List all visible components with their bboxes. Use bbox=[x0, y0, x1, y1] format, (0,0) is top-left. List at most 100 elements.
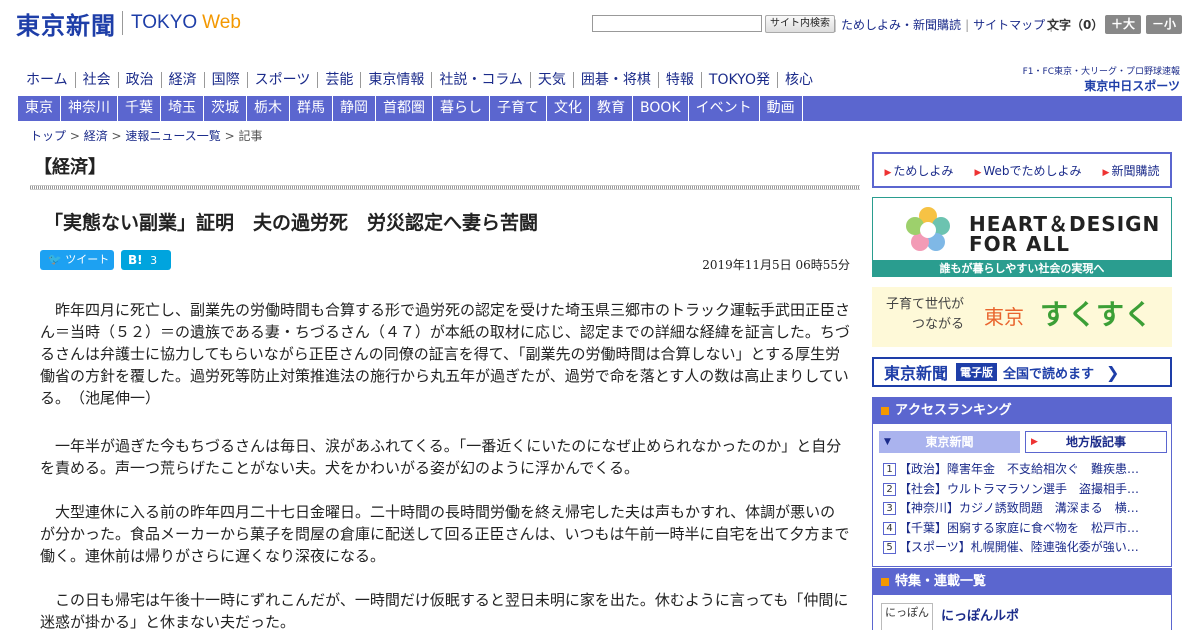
ranking-tabs: ▼ 東京新聞 ▶ 地方版記事 bbox=[879, 431, 1167, 453]
local-nav-event[interactable]: イベント bbox=[689, 96, 760, 121]
bullet-icon bbox=[881, 407, 889, 415]
ranking-item[interactable]: 2 【社会】ウルトラマラソン選手 盗撮相手… bbox=[883, 480, 1163, 500]
local-nav-shizuoka[interactable]: 静岡 bbox=[333, 96, 376, 121]
features-header: 特集・連載一覧 bbox=[873, 569, 1171, 595]
breadcrumb-economy[interactable]: 経済 bbox=[84, 129, 108, 143]
tweet-button[interactable]: 🐦 ツイート bbox=[40, 250, 114, 270]
local-nav-kosodate[interactable]: 子育て bbox=[490, 96, 547, 121]
nav-tokuho[interactable]: 特報 bbox=[659, 72, 702, 88]
local-nav-bunka[interactable]: 文化 bbox=[547, 96, 590, 121]
chunichi-tagline: F1・FC東京・大リーグ・プロ野球速報 bbox=[1022, 67, 1180, 77]
ranking-header: アクセスランキング bbox=[873, 398, 1171, 424]
article-date: 2019年11月5日 06時55分 bbox=[702, 258, 850, 272]
article-paragraph: 一年半が過ぎた今もちづるさんは毎日、涙があふれてくる。「一番近くにいたのになぜ止… bbox=[40, 437, 842, 477]
ranking-item[interactable]: 3 【神奈川】カジノ誘致問題 溝深まる 横… bbox=[883, 499, 1163, 519]
breadcrumb-current: 記事 bbox=[238, 129, 263, 143]
nav-politics[interactable]: 政治 bbox=[119, 72, 162, 88]
site-search-button[interactable]: サイト内検索 bbox=[765, 15, 835, 33]
nav-kakushin[interactable]: 核心 bbox=[778, 72, 820, 88]
breadcrumb: トップ > 経済 > 速報ニュース一覧 > 記事 bbox=[30, 129, 263, 143]
site-logo[interactable]: 東京新聞 TOKYO Web bbox=[16, 8, 241, 40]
logo-divider bbox=[122, 11, 123, 35]
local-nav-chiba[interactable]: 千葉 bbox=[118, 96, 161, 121]
nav-sports[interactable]: スポーツ bbox=[248, 72, 319, 88]
ranking-list: 1 【政治】障害年金 不支給相次ぐ 難疾患… 2 【社会】ウルトラマラソン選手 盗撮… bbox=[883, 460, 1163, 558]
logo-kanji: 東京新聞 bbox=[16, 10, 116, 40]
chevron-right-icon: ❯ bbox=[1106, 362, 1120, 382]
breadcrumb-news-list[interactable]: 速報ニュース一覧 bbox=[125, 129, 220, 143]
heart-strip: 誰もが暮らしやすい社会の実現へ bbox=[873, 260, 1171, 277]
bullet-icon bbox=[881, 578, 889, 586]
header-links: | ためしよみ・新聞購読 | サイトマップ | bbox=[833, 16, 1054, 33]
logo-web: Web bbox=[202, 12, 241, 33]
local-nav-gunma[interactable]: 群馬 bbox=[290, 96, 333, 121]
nav-weather[interactable]: 天気 bbox=[531, 72, 574, 88]
access-ranking-panel: アクセスランキング ▼ 東京新聞 ▶ 地方版記事 1 【政治】障害年金 不支給相次… bbox=[872, 397, 1172, 567]
article-paragraph: 大型連休に入る前の昨年四月二十七日金曜日。二十時間の長時間労働を終え帰宅した夫は… bbox=[40, 503, 850, 565]
digital-edition-banner[interactable]: 東京新聞 電子版 全国で読めます ❯ bbox=[872, 357, 1172, 387]
features-panel: 特集・連載一覧 にっぽん にっぽんルポ bbox=[872, 568, 1172, 630]
nav-economy[interactable]: 経済 bbox=[162, 72, 205, 88]
logo-tokyo: TOKYO bbox=[131, 12, 198, 33]
local-nav-kyoiku[interactable]: 教育 bbox=[590, 96, 633, 121]
section-title: 【経済】 bbox=[34, 157, 106, 178]
trial-button[interactable]: ▶ ためしよみ bbox=[885, 162, 954, 179]
nav-home[interactable]: ホーム bbox=[20, 72, 76, 88]
sukusuku-title: すくすく bbox=[1040, 298, 1153, 331]
arrow-icon: ▶ bbox=[1031, 437, 1038, 447]
hatena-icon: B! bbox=[128, 253, 143, 267]
tweet-label: ツイート bbox=[65, 253, 110, 266]
hatena-bookmark-button[interactable]: B! 3 bbox=[121, 250, 171, 270]
sitemap-link[interactable]: サイトマップ bbox=[969, 16, 1049, 33]
nav-go-shogi[interactable]: 囲碁・将棋 bbox=[574, 72, 659, 88]
article-paragraph: この日も帰宅は午後十一時にずれこんだが、一時間だけ仮眠すると翌日未明に家を出た。… bbox=[40, 591, 849, 630]
local-nav-kanagawa[interactable]: 神奈川 bbox=[61, 96, 118, 121]
triangle-down-icon: ▼ bbox=[884, 437, 891, 447]
nav-entertainment[interactable]: 芸能 bbox=[318, 72, 362, 88]
tab-tokyo-shimbun[interactable]: ▼ 東京新聞 bbox=[879, 431, 1020, 453]
sukusuku-banner[interactable]: 子育て世代が つながる 東京 すくすく bbox=[872, 287, 1172, 347]
local-nav-ibaraki[interactable]: 茨城 bbox=[204, 96, 247, 121]
sukusuku-tokyo: 東京 bbox=[984, 305, 1024, 329]
trial-subscribe-link[interactable]: ためしよみ・新聞購読 bbox=[837, 16, 965, 33]
ranking-item[interactable]: 1 【政治】障害年金 不支給相次ぐ 難疾患… bbox=[883, 460, 1163, 480]
nav-society[interactable]: 社会 bbox=[76, 72, 119, 88]
ranking-item[interactable]: 5 【スポーツ】札幌開催、陸連強化委が強い… bbox=[883, 538, 1163, 558]
nav-editorial[interactable]: 社説・コラム bbox=[432, 72, 531, 88]
arrow-icon: ▶ bbox=[974, 167, 982, 178]
arrow-icon: ▶ bbox=[884, 167, 892, 178]
chunichi-sports-banner[interactable]: F1・FC東京・大リーグ・プロ野球速報 東京中日スポーツ bbox=[1010, 64, 1180, 94]
nav-tokyo-hatsu[interactable]: TOKYO発 bbox=[702, 72, 778, 88]
font-size-label: 文字（0） bbox=[1047, 18, 1104, 32]
feature-thumbnail[interactable]: にっぽん bbox=[881, 603, 933, 630]
site-search-input[interactable] bbox=[592, 15, 762, 32]
font-larger-button[interactable]: ＋大 bbox=[1105, 15, 1141, 34]
heart-title-2: FOR ALL bbox=[969, 232, 1070, 256]
heart-design-banner[interactable]: HEART＆DESIGN FOR ALL 誰もが暮らしやすい社会の実現へ bbox=[872, 197, 1172, 277]
article-headline: 「実態ない副業」証明 夫の過労死 労災認定へ妻ら苦闘 bbox=[44, 212, 539, 234]
local-nav-tokyo[interactable]: 東京 bbox=[18, 96, 61, 121]
subscribe-button[interactable]: ▶ 新聞購読 bbox=[1103, 162, 1160, 179]
main-nav: ホーム 社会 政治 経済 国際 スポーツ 芸能 東京情報 社説・コラム 天気 囲… bbox=[20, 70, 820, 90]
local-nav-shutoken[interactable]: 首都圏 bbox=[376, 96, 433, 121]
tab-local-articles[interactable]: ▶ 地方版記事 bbox=[1025, 431, 1167, 453]
local-nav-book[interactable]: BOOK bbox=[633, 96, 689, 121]
chunichi-name: 東京中日スポーツ bbox=[1084, 79, 1180, 93]
local-nav-kurashi[interactable]: 暮らし bbox=[433, 96, 490, 121]
sukusuku-tagline: 子育て世代が つながる bbox=[886, 297, 965, 332]
nav-tokyo-info[interactable]: 東京情報 bbox=[361, 72, 433, 88]
local-nav-tochigi[interactable]: 栃木 bbox=[247, 96, 290, 121]
section-divider bbox=[30, 185, 860, 190]
local-nav-video[interactable]: 動画 bbox=[760, 96, 803, 121]
ranking-item[interactable]: 4 【千葉】困窮する家庭に食べ物を 松戸市… bbox=[883, 519, 1163, 539]
web-trial-button[interactable]: ▶ Webでためしよみ bbox=[974, 162, 1081, 179]
feature-link[interactable]: にっぽんルポ bbox=[941, 605, 1019, 624]
subscription-buttons: ▶ ためしよみ ▶ Webでためしよみ ▶ 新聞購読 bbox=[872, 152, 1172, 188]
nav-international[interactable]: 国際 bbox=[205, 72, 248, 88]
denshi-text: 全国で読めます bbox=[1003, 366, 1095, 382]
font-smaller-button[interactable]: －小 bbox=[1146, 15, 1182, 34]
breadcrumb-top[interactable]: トップ bbox=[30, 129, 66, 143]
heart-flower-icon bbox=[906, 207, 950, 251]
denshi-logo: 東京新聞 bbox=[884, 364, 949, 383]
local-nav-saitama[interactable]: 埼玉 bbox=[161, 96, 204, 121]
